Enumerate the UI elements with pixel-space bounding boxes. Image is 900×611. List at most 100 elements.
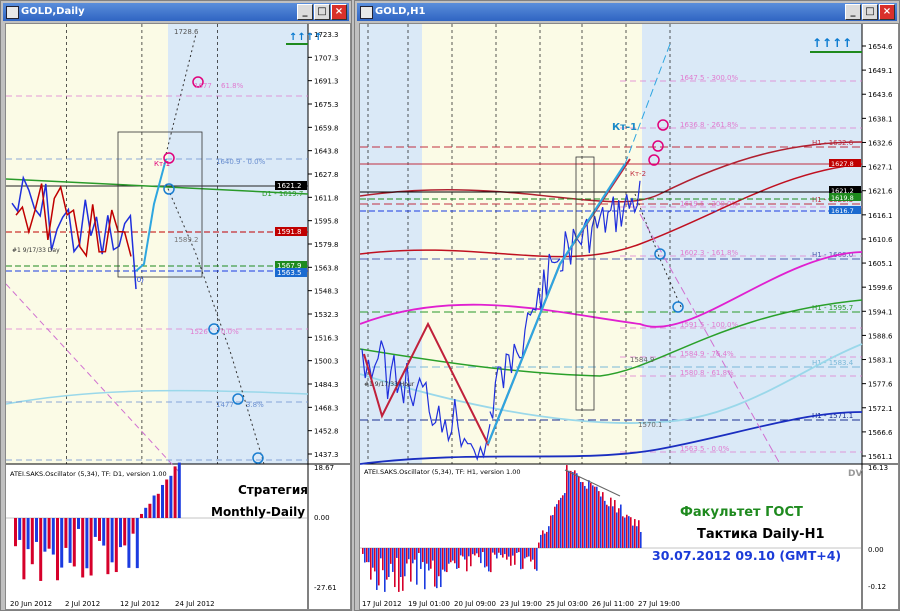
- x-tick-label: 17 Jul 2012: [362, 600, 402, 608]
- oscillator-y-tick: 0.00: [314, 514, 330, 522]
- h1-chart-svg[interactable]: 1654.6 1649.1 1643.6 1638.1 1632.6 1627.1 1621…: [360, 24, 898, 609]
- oscillator-bar: [384, 548, 386, 592]
- h1-chart-window[interactable]: GOLD,H1 _ □ × 1654.6 1649.1 1643.6 1638.1 16…: [354, 0, 900, 611]
- oscillator-bar: [123, 518, 127, 546]
- oscillator-bar: [135, 518, 139, 569]
- oscillator-bar: [540, 534, 542, 548]
- oscillator-bar: [548, 526, 550, 548]
- oscillator-bar: [564, 493, 566, 548]
- oscillator-bar: [30, 518, 34, 565]
- oscillator-bar: [580, 481, 582, 548]
- h1-chart-area[interactable]: 1654.6 1649.1 1643.6 1638.1 1632.6 1627.1 1621…: [359, 23, 899, 610]
- caption-line: Monthly-Daily: [211, 505, 305, 519]
- oscillator-y-tick: 18.67: [314, 464, 334, 472]
- oscillator-bar: [392, 548, 394, 572]
- y-tick-label: 1561.1: [868, 453, 893, 461]
- oscillator-bar: [89, 518, 93, 576]
- oscillator-bar: [470, 548, 472, 567]
- minimize-button[interactable]: _: [297, 4, 313, 20]
- maximize-button[interactable]: □: [862, 4, 878, 20]
- oscillator-bar: [378, 548, 380, 586]
- fib-label: 1647.5 - 300.0%: [680, 74, 739, 82]
- oscillator-label: ATEI.SAKS.Oscillator (5,34), TF: H1, ver…: [364, 468, 521, 476]
- fib-label: 1584.9 - 76.4%: [680, 350, 734, 358]
- x-tick-label: 20 Jul 09:00: [454, 600, 496, 608]
- x-tick-label: 26 Jul 11:00: [592, 600, 634, 608]
- daily-chart-window[interactable]: GOLD,Daily _ □ × 1723.3 1707.3 1691.3 1675.…: [0, 0, 352, 611]
- y-tick-label: 1654.6: [868, 43, 893, 51]
- oscillator-bar: [576, 473, 578, 548]
- oscillator-bar: [476, 548, 478, 554]
- oscillator-bar: [114, 518, 118, 573]
- oscillator-bar: [368, 548, 370, 563]
- oscillator-bar: [35, 518, 38, 542]
- oscillator-bar: [26, 518, 30, 550]
- oscillator-bar: [498, 548, 500, 553]
- oscillator-bar: [542, 530, 544, 548]
- oscillator-label: ATEI.SAKS.Oscillator (5,34), TF: D1, ver…: [10, 470, 167, 478]
- y-tick-label: 1563.8: [314, 264, 339, 272]
- oscillator-bar: [374, 548, 376, 572]
- kt1-label: Кт-1: [612, 122, 637, 133]
- price-badge-label: 1563.5: [277, 269, 302, 277]
- kt2-label: Кт-2: [630, 170, 646, 178]
- fib-label: 1580.8 - 61.8%: [680, 369, 734, 377]
- h1-level-label: H1 - 1608.0: [812, 251, 853, 259]
- oscillator-bar: [434, 548, 436, 587]
- fib-price-label: 1477: [216, 401, 234, 409]
- x-tick-label: 19 Jul 01:00: [408, 600, 450, 608]
- oscillator-bar: [490, 548, 492, 573]
- y-tick-label: 1588.6: [868, 332, 893, 340]
- oscillator-bar: [177, 462, 181, 518]
- oscillator-bar: [402, 548, 404, 591]
- oscillator-bar: [610, 497, 612, 548]
- oscillator-bar: [450, 548, 452, 563]
- daily-window-title: GOLD,Daily: [21, 6, 85, 17]
- price-badge-label: 1621.2: [277, 182, 302, 190]
- y-tick-label: 1572.1: [868, 405, 893, 413]
- oscillator-y-tick: 0.00: [868, 546, 884, 554]
- oscillator-bar: [64, 518, 68, 548]
- daily-chart-area[interactable]: 1723.3 1707.3 1691.3 1675.3 1659.8 1643.8 1627…: [5, 23, 351, 610]
- oscillator-bar: [638, 520, 640, 548]
- y-tick-label: 1621.6: [868, 188, 893, 196]
- oscillator-y-tick: -27.61: [314, 584, 337, 592]
- oscillator-bar: [614, 500, 616, 548]
- minimize-button[interactable]: _: [845, 4, 861, 20]
- y-tick-label: 1649.1: [868, 67, 893, 75]
- oscillator-bar: [636, 526, 638, 548]
- oscillator-bar: [444, 548, 446, 572]
- daily-window-titlebar[interactable]: GOLD,Daily _ □ ×: [3, 3, 349, 21]
- oscillator-bar: [165, 479, 169, 518]
- oscillator-bar: [420, 548, 422, 569]
- maximize-button[interactable]: □: [314, 4, 330, 20]
- daily-chart-svg[interactable]: 1723.31707.31691.31675.31659.81643.81627…: [6, 24, 350, 609]
- oscillator-bar: [14, 518, 17, 547]
- close-button[interactable]: ×: [331, 4, 347, 20]
- oscillator-bar: [532, 548, 534, 560]
- oscillator-bar: [51, 518, 55, 555]
- oscillator-bar: [602, 492, 604, 548]
- h1-window-titlebar[interactable]: GOLD,H1 _ □ ×: [357, 3, 897, 21]
- fib-label: 1591.5 - 100.0%: [680, 321, 739, 329]
- oscillator-bar: [552, 515, 554, 548]
- oscillator-bar: [572, 472, 574, 548]
- oscillator-bar: [372, 548, 374, 568]
- close-button[interactable]: ×: [879, 4, 895, 20]
- oscillator-bar: [512, 548, 514, 556]
- x-tick-label: 24 Jul 2012: [175, 600, 215, 608]
- oscillator-bar: [524, 548, 526, 559]
- oscillator-bar: [624, 517, 626, 548]
- fib-price-label: 1526: [190, 328, 208, 336]
- dv-label: DV: [848, 469, 862, 479]
- price-badge-label: 1591.8: [277, 228, 302, 236]
- top-price-label: 1728.6: [174, 28, 199, 36]
- h1-window-title: GOLD,H1: [375, 6, 426, 17]
- oscillator-bar: [594, 486, 596, 548]
- y-tick-label: 1579.8: [314, 241, 339, 249]
- oscillator-bar: [460, 548, 462, 556]
- y-tick-label: 1484.3: [314, 381, 339, 389]
- y-tick-label: 1691.3: [314, 78, 339, 86]
- h1-level-label: H1 - 1595.7: [812, 304, 853, 312]
- oscillator-y-tick: -0.12: [868, 583, 886, 591]
